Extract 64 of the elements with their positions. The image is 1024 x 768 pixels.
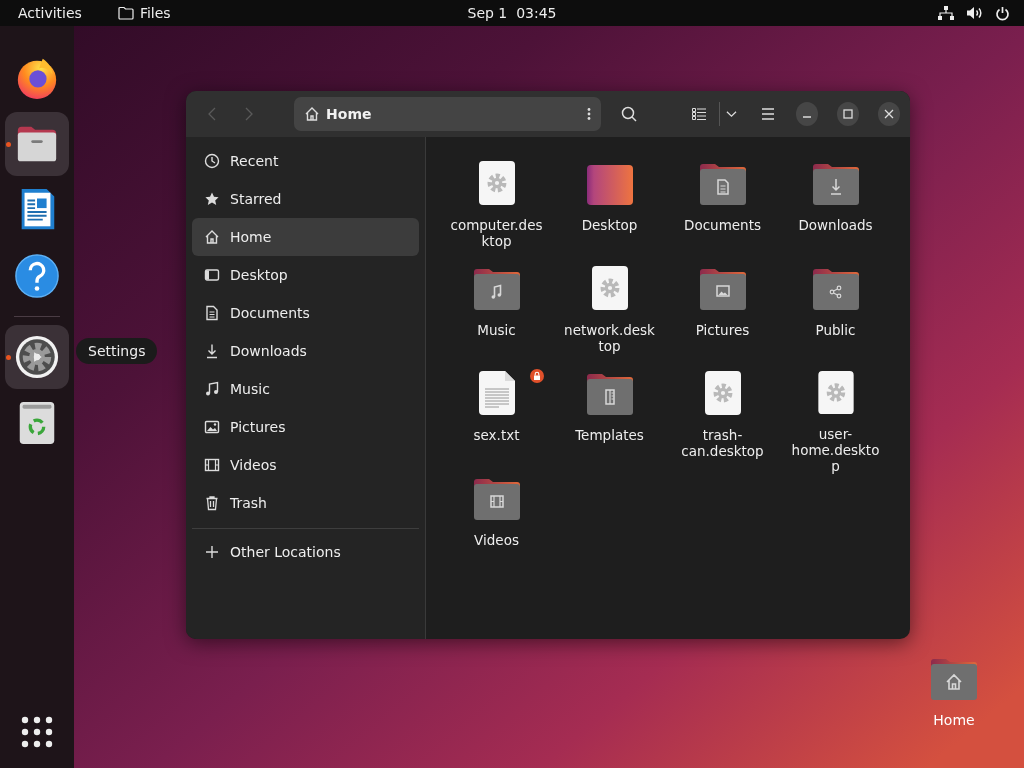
plus-icon [204,544,220,560]
home-icon [304,106,321,122]
more-options-icon[interactable] [586,107,591,121]
network-icon[interactable] [938,6,954,20]
path-label[interactable]: Home [326,106,372,122]
file-item[interactable]: Pictures [666,264,779,369]
close-icon [884,109,895,119]
clock[interactable]: Sep 1 03:45 [467,5,557,21]
file-item[interactable]: Music [440,264,553,369]
volume-icon[interactable] [966,6,983,20]
power-icon[interactable] [995,5,1010,21]
sidebar-item[interactable]: Music [192,370,419,408]
star-icon [204,191,220,207]
sidebar-item[interactable]: Recent [192,142,419,180]
minimize-button[interactable] [796,102,819,126]
help-icon [14,253,60,299]
sidebar-item[interactable]: Pictures [192,408,419,446]
sidebar-item[interactable]: Other Locations [192,533,419,571]
chevron-right-icon [244,107,253,121]
app-grid-icon[interactable] [21,716,53,748]
settings-icon [14,334,60,380]
download-icon [204,343,220,359]
clock-icon [204,153,220,169]
film-icon [204,457,220,473]
search-icon [621,106,638,122]
picture-icon [204,419,220,435]
sidebar-item[interactable]: Home [192,218,419,256]
document-icon [204,305,220,321]
activities-button[interactable]: Activities [18,5,82,21]
folder-icon [117,6,134,20]
trash-icon [204,495,220,511]
file-item[interactable]: computer.desktop [440,159,553,264]
list-icon [691,107,706,121]
file-item[interactable]: network.desktop [553,264,666,369]
file-item[interactable]: Public [779,264,892,369]
sidebar-item[interactable]: Documents [192,294,419,332]
file-item[interactable]: user-home.desktop [779,369,892,474]
music-note-icon [204,381,220,397]
dock-item[interactable] [5,325,69,389]
menu-icon [760,108,775,120]
file-item[interactable]: trash-can.desktop [666,369,779,474]
desktop-icon [204,267,220,283]
file-item[interactable]: Documents [666,159,779,264]
sidebar-item[interactable]: Starred [192,180,419,218]
sidebar-item[interactable]: Videos [192,446,419,484]
chevron-left-icon [207,107,216,121]
maximize-button[interactable] [837,102,860,126]
caret-icon[interactable] [726,110,738,118]
tooltip: Settings [76,338,158,364]
path-bar[interactable]: Home [294,97,601,131]
home-icon [204,229,220,245]
sidebar-item[interactable]: Trash [192,484,419,522]
file-item[interactable]: sex.txt [440,369,553,474]
file-item[interactable]: Videos [440,474,553,579]
sidebar-item[interactable]: Downloads [192,332,419,370]
maximize-icon [843,109,854,119]
file-item[interactable]: Downloads [779,159,892,264]
minimize-icon [803,116,812,118]
close-button[interactable] [878,102,900,126]
file-item[interactable]: Templates [553,369,666,474]
app-menu[interactable]: Files [117,5,171,21]
sidebar-item[interactable]: Desktop [192,256,419,294]
file-item[interactable]: Desktop [553,159,666,264]
dock-item[interactable] [5,112,69,176]
